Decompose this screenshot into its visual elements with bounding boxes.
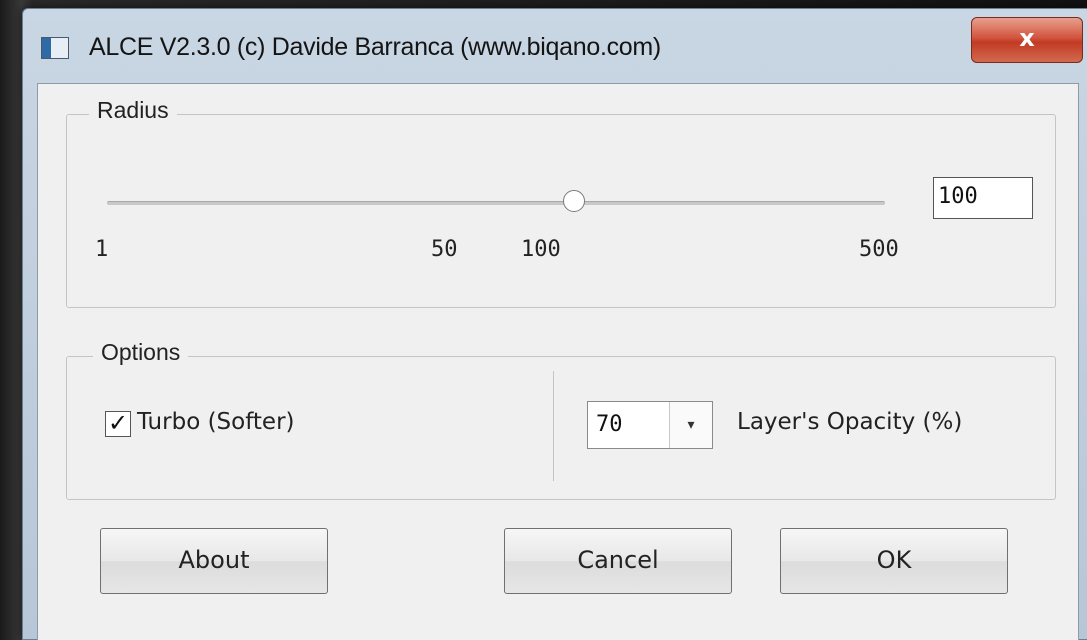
- radius-legend: Radius: [89, 97, 177, 124]
- window-title: ALCE V2.3.0 (c) Davide Barranca (www.biq…: [89, 33, 661, 61]
- options-divider: [553, 371, 554, 481]
- about-button[interactable]: About: [100, 528, 328, 594]
- cancel-button[interactable]: Cancel: [504, 528, 732, 594]
- app-icon: [41, 37, 69, 59]
- options-groupbox: Options ✓ Turbo (Softer) 70 ▾ Layer's Op…: [66, 339, 1056, 500]
- opacity-dropdown[interactable]: 70 ▾: [587, 401, 713, 449]
- radius-groupbox: Radius 1 50 100 500 100: [66, 97, 1056, 308]
- radius-value-input[interactable]: 100: [933, 177, 1033, 219]
- title-bar[interactable]: ALCE V2.3.0 (c) Davide Barranca (www.biq…: [23, 9, 1087, 83]
- radius-slider-thumb[interactable]: [562, 190, 585, 212]
- opacity-dropdown-value: 70: [596, 412, 623, 437]
- tick-label-100: 100: [521, 237, 561, 262]
- close-button[interactable]: x: [971, 17, 1083, 63]
- ok-button[interactable]: OK: [780, 528, 1008, 594]
- tick-label-1: 1: [95, 237, 109, 262]
- radius-slider-track[interactable]: [107, 201, 885, 205]
- tick-label-500: 500: [859, 237, 899, 262]
- opacity-label: Layer's Opacity (%): [737, 409, 963, 435]
- alce-dialog-window: ALCE V2.3.0 (c) Davide Barranca (www.biq…: [22, 8, 1087, 640]
- tick-label-50: 50: [431, 237, 458, 262]
- turbo-label[interactable]: Turbo (Softer): [137, 409, 295, 435]
- options-legend: Options: [93, 339, 189, 366]
- dialog-body: Radius 1 50 100 500 100 Options ✓ Turbo …: [37, 83, 1079, 640]
- chevron-down-icon[interactable]: ▾: [669, 402, 712, 448]
- checkmark-icon: ✓: [107, 409, 129, 437]
- turbo-checkbox[interactable]: ✓: [105, 411, 131, 437]
